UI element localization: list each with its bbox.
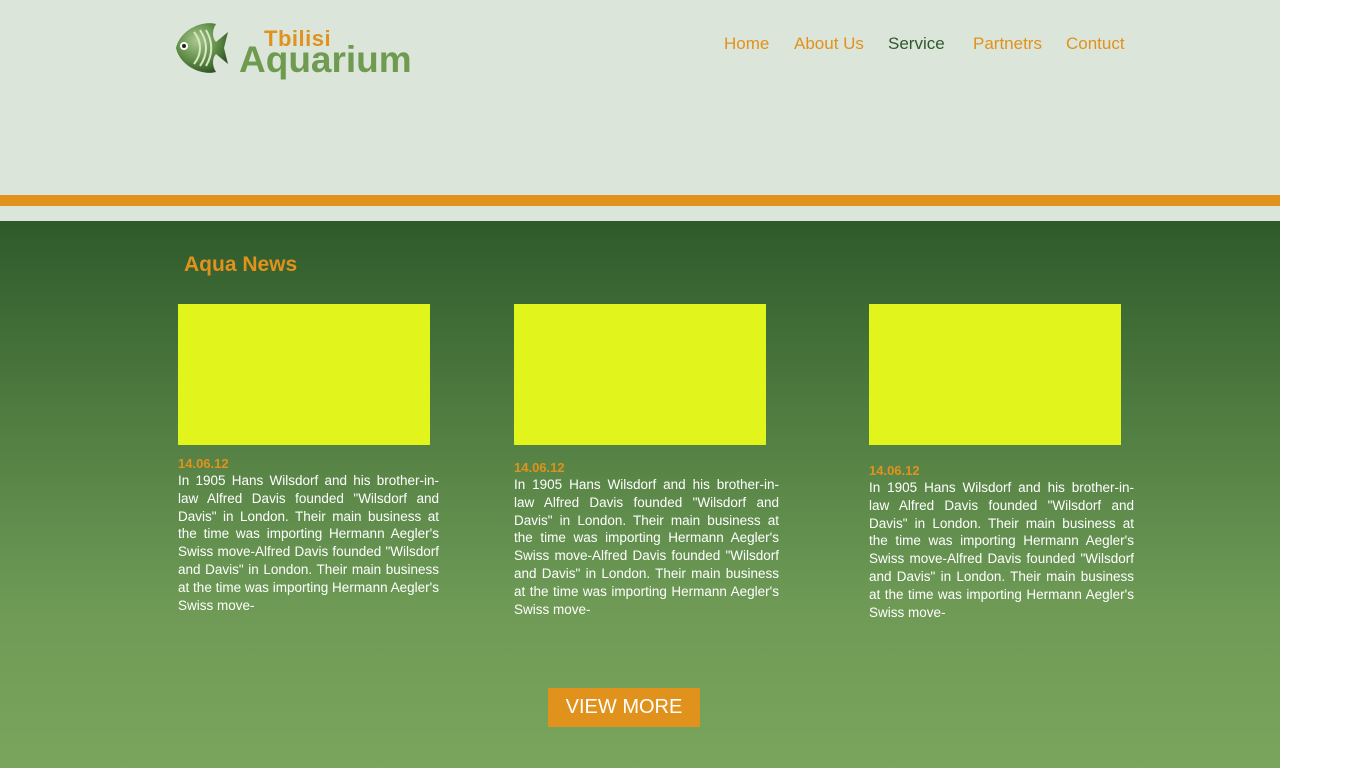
header-gap — [0, 206, 1280, 221]
page: Tbilisi Aquarium Home About Us Service P… — [0, 0, 1280, 768]
section-title: Aqua News — [184, 253, 298, 276]
header-divider — [0, 195, 1280, 206]
nav-partners[interactable]: Partnetrs — [973, 34, 1042, 54]
news-text: In 1905 Hans Wilsdorf and his brother-in… — [178, 473, 439, 613]
main-nav: Home About Us Service Partnetrs Contuct — [0, 34, 1280, 56]
news-date: 14.06.12 — [869, 463, 920, 478]
news-card: 14.06.12 In 1905 Hans Wilsdorf and his b… — [514, 304, 779, 618]
news-image[interactable] — [514, 304, 766, 445]
nav-home[interactable]: Home — [724, 34, 769, 54]
news-card: 14.06.12 In 1905 Hans Wilsdorf and his b… — [178, 304, 440, 614]
news-text: In 1905 Hans Wilsdorf and his brother-in… — [869, 480, 1134, 620]
news-image[interactable] — [178, 304, 430, 445]
news-date: 14.06.12 — [514, 460, 565, 475]
nav-about-us[interactable]: About Us — [794, 34, 864, 54]
news-date: 14.06.12 — [178, 456, 229, 471]
header: Tbilisi Aquarium Home About Us Service P… — [0, 0, 1280, 195]
nav-contact[interactable]: Contuct — [1066, 34, 1125, 54]
news-card: 14.06.12 In 1905 Hans Wilsdorf and his b… — [869, 304, 1134, 621]
news-image[interactable] — [869, 304, 1121, 445]
news-text: In 1905 Hans Wilsdorf and his brother-in… — [514, 477, 779, 617]
nav-service[interactable]: Service — [888, 34, 945, 54]
view-more-button[interactable]: VIEW MORE — [548, 688, 700, 727]
